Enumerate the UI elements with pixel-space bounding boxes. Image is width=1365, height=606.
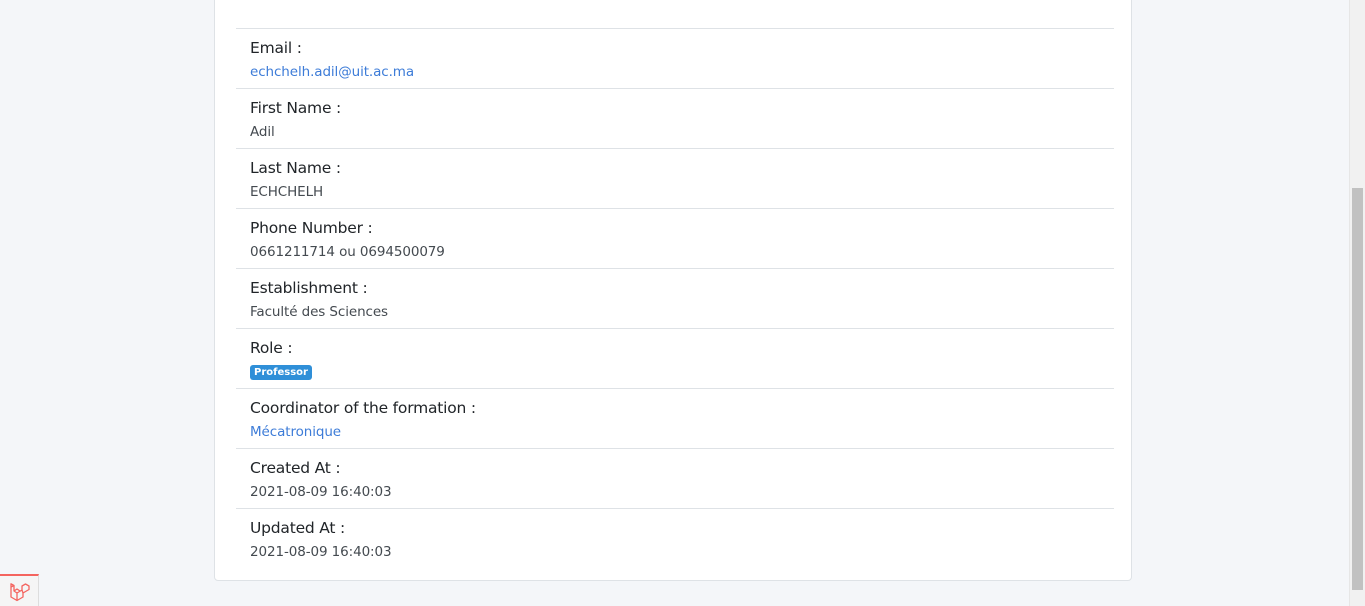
last-name-value: ECHCHELH bbox=[250, 184, 324, 200]
list-item-last-name: Last Name : ECHCHELH bbox=[236, 148, 1114, 208]
email-label: Email : bbox=[250, 39, 302, 57]
user-details-card: Email : echchelh.adil@uit.ac.ma First Na… bbox=[214, 0, 1132, 581]
updated-at-value: 2021-08-09 16:40:03 bbox=[250, 544, 392, 560]
first-name-value: Adil bbox=[250, 124, 275, 140]
created-at-value: 2021-08-09 16:40:03 bbox=[250, 484, 392, 500]
list-item-phone: Phone Number : 0661211714 ou 0694500079 bbox=[236, 208, 1114, 268]
establishment-label: Establishment : bbox=[250, 279, 368, 297]
vertical-scrollbar[interactable] bbox=[1349, 0, 1365, 606]
details-list: Email : echchelh.adil@uit.ac.ma First Na… bbox=[236, 28, 1114, 568]
email-link[interactable]: echchelh.adil@uit.ac.ma bbox=[250, 62, 1114, 82]
role-label: Role : bbox=[250, 339, 293, 357]
list-item-email: Email : echchelh.adil@uit.ac.ma bbox=[236, 28, 1114, 88]
establishment-value: Faculté des Sciences bbox=[250, 304, 388, 320]
first-name-label: First Name : bbox=[250, 99, 342, 117]
last-name-label: Last Name : bbox=[250, 159, 341, 177]
formation-link[interactable]: Mécatronique bbox=[250, 422, 1114, 442]
scrollbar-thumb[interactable] bbox=[1352, 188, 1363, 590]
list-item-first-name: First Name : Adil bbox=[236, 88, 1114, 148]
created-at-label: Created At : bbox=[250, 459, 341, 477]
list-item-establishment: Establishment : Faculté des Sciences bbox=[236, 268, 1114, 328]
role-badge: Professor bbox=[250, 365, 312, 380]
updated-at-label: Updated At : bbox=[250, 519, 346, 537]
laravel-logo-icon bbox=[10, 583, 30, 602]
phone-value: 0661211714 ou 0694500079 bbox=[250, 244, 445, 260]
phone-label: Phone Number : bbox=[250, 219, 373, 237]
list-item-coordinator: Coordinator of the formation : Mécatroni… bbox=[236, 388, 1114, 448]
coordinator-label: Coordinator of the formation : bbox=[250, 399, 476, 417]
list-item-role: Role : Professor bbox=[236, 328, 1114, 388]
debugbar-toggle-button[interactable] bbox=[0, 574, 39, 606]
list-item-updated-at: Updated At : 2021-08-09 16:40:03 bbox=[236, 508, 1114, 568]
list-item-created-at: Created At : 2021-08-09 16:40:03 bbox=[236, 448, 1114, 508]
page: Email : echchelh.adil@uit.ac.ma First Na… bbox=[0, 0, 1365, 606]
